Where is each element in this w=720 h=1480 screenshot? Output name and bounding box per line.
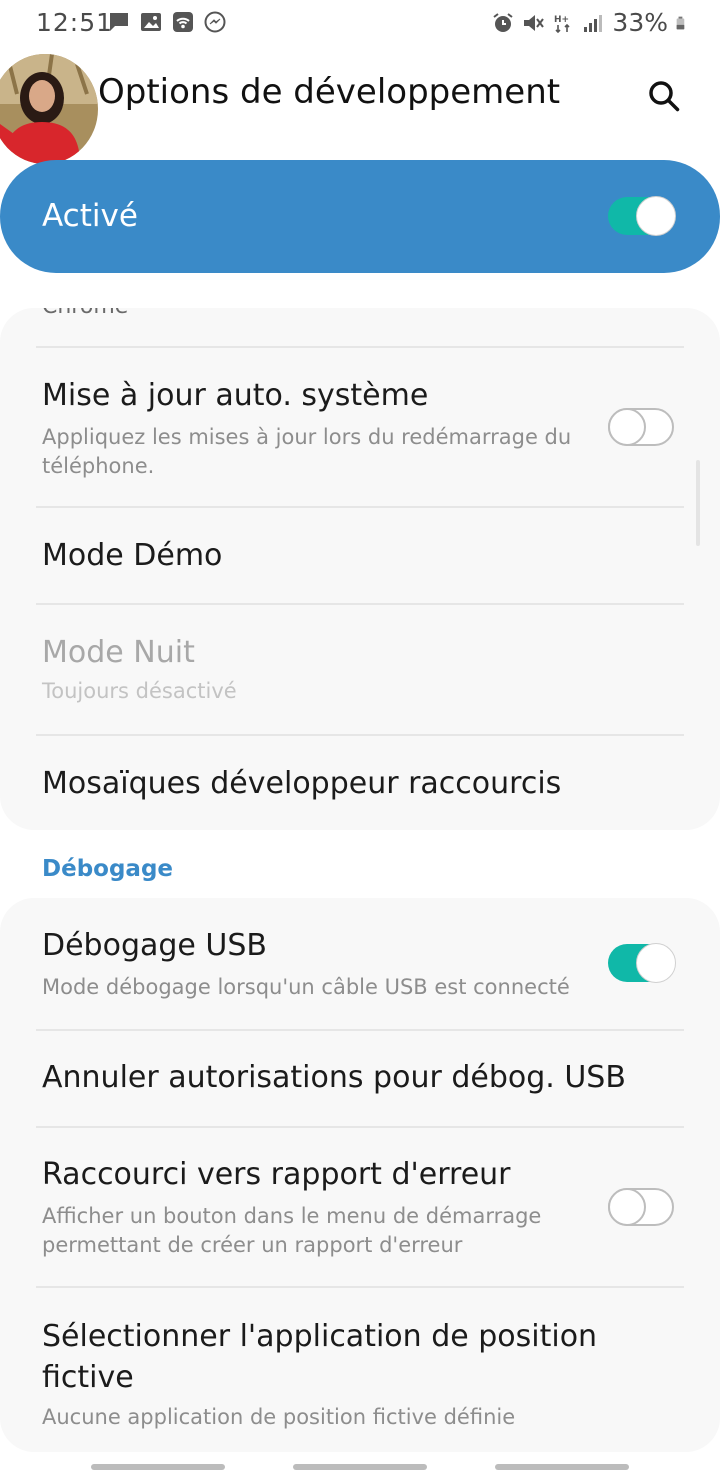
item-title: Mode Démo	[42, 538, 223, 573]
messenger-icon	[204, 11, 226, 33]
avatar[interactable]	[0, 54, 98, 164]
partial-item-label: Chrome	[42, 308, 128, 319]
app-header: Options de développement	[0, 52, 720, 164]
battery-icon	[676, 16, 685, 29]
notification-icons	[108, 11, 226, 33]
item-subtitle: Afficher un bouton dans le menu de démar…	[42, 1204, 542, 1257]
screen: 12:51 H+ 33% Options de développement Ac…	[0, 0, 720, 1480]
mute-icon	[524, 14, 545, 31]
settings-card-debugging: Débogage USB Mode débogage lorsqu'un câb…	[0, 898, 720, 1452]
nav-home-button[interactable]	[293, 1464, 427, 1470]
item-title: Raccourci vers rapport d'erreur	[42, 1157, 511, 1192]
master-toggle[interactable]	[608, 196, 676, 236]
item-revoke-usb-authorizations[interactable]: Annuler autorisations pour débog. USB	[0, 1031, 720, 1127]
message-icon	[110, 13, 128, 31]
search-button[interactable]	[640, 72, 688, 120]
settings-card-general: Chrome Mise à jour auto. système Appliqu…	[0, 308, 720, 830]
status-right: H+ 33%	[492, 8, 690, 37]
navigation-bar	[0, 1452, 720, 1480]
item-title: Débogage USB	[42, 928, 267, 963]
svg-text:H+: H+	[554, 15, 569, 25]
item-title: Mise à jour auto. système	[42, 378, 429, 413]
auto-update-toggle[interactable]	[608, 408, 674, 446]
item-quick-settings-tiles[interactable]: Mosaïques développeur raccourcis	[0, 736, 720, 830]
signal-icon	[584, 14, 603, 32]
item-title: Mode Nuit	[42, 635, 195, 670]
bug-report-toggle[interactable]	[608, 1188, 674, 1226]
item-demo-mode[interactable]: Mode Démo	[0, 508, 720, 604]
section-header-debugging: Débogage	[42, 856, 174, 882]
master-switch-bar[interactable]: Activé	[0, 160, 720, 273]
usb-debugging-toggle[interactable]	[608, 943, 676, 983]
item-subtitle: Aucune application de position fictive d…	[42, 1405, 516, 1429]
item-subtitle: Appliquez les mises à jour lors du redém…	[42, 425, 572, 478]
nav-recents-button[interactable]	[91, 1464, 225, 1470]
master-switch-label: Activé	[42, 198, 138, 234]
avatar-photo	[0, 54, 98, 164]
nav-back-button[interactable]	[495, 1464, 629, 1470]
alarm-icon	[493, 12, 514, 32]
item-bug-report-shortcut[interactable]: Raccourci vers rapport d'erreur Afficher…	[0, 1128, 720, 1286]
item-auto-system-update[interactable]: Mise à jour auto. système Appliquez les …	[0, 348, 720, 506]
item-title: Sélectionner l'application de position f…	[42, 1319, 598, 1395]
image-icon	[141, 13, 161, 31]
toggle-knob	[608, 408, 646, 446]
item-title: Mosaïques développeur raccourcis	[42, 766, 562, 801]
status-time: 12:51	[36, 8, 114, 37]
toggle-knob	[636, 943, 676, 983]
search-icon	[649, 81, 680, 112]
scroll-indicator[interactable]	[696, 460, 700, 546]
item-night-mode: Mode Nuit Toujours désactivé	[0, 605, 720, 733]
item-subtitle: Mode débogage lorsqu'un câble USB est co…	[42, 975, 570, 999]
battery-percentage: 33%	[612, 8, 668, 37]
item-subtitle: Toujours désactivé	[42, 679, 237, 703]
data-hplus-icon: H+	[554, 15, 570, 33]
item-title: Annuler autorisations pour débog. USB	[42, 1060, 626, 1095]
item-mock-location-app[interactable]: Sélectionner l'application de position f…	[0, 1288, 720, 1452]
toggle-knob	[636, 196, 676, 236]
wifi-calling-icon	[173, 12, 193, 32]
status-bar: 12:51 H+ 33%	[0, 0, 720, 48]
page-title: Options de développement	[98, 72, 561, 112]
item-usb-debugging[interactable]: Débogage USB Mode débogage lorsqu'un câb…	[0, 898, 720, 1029]
toggle-knob	[608, 1188, 646, 1226]
